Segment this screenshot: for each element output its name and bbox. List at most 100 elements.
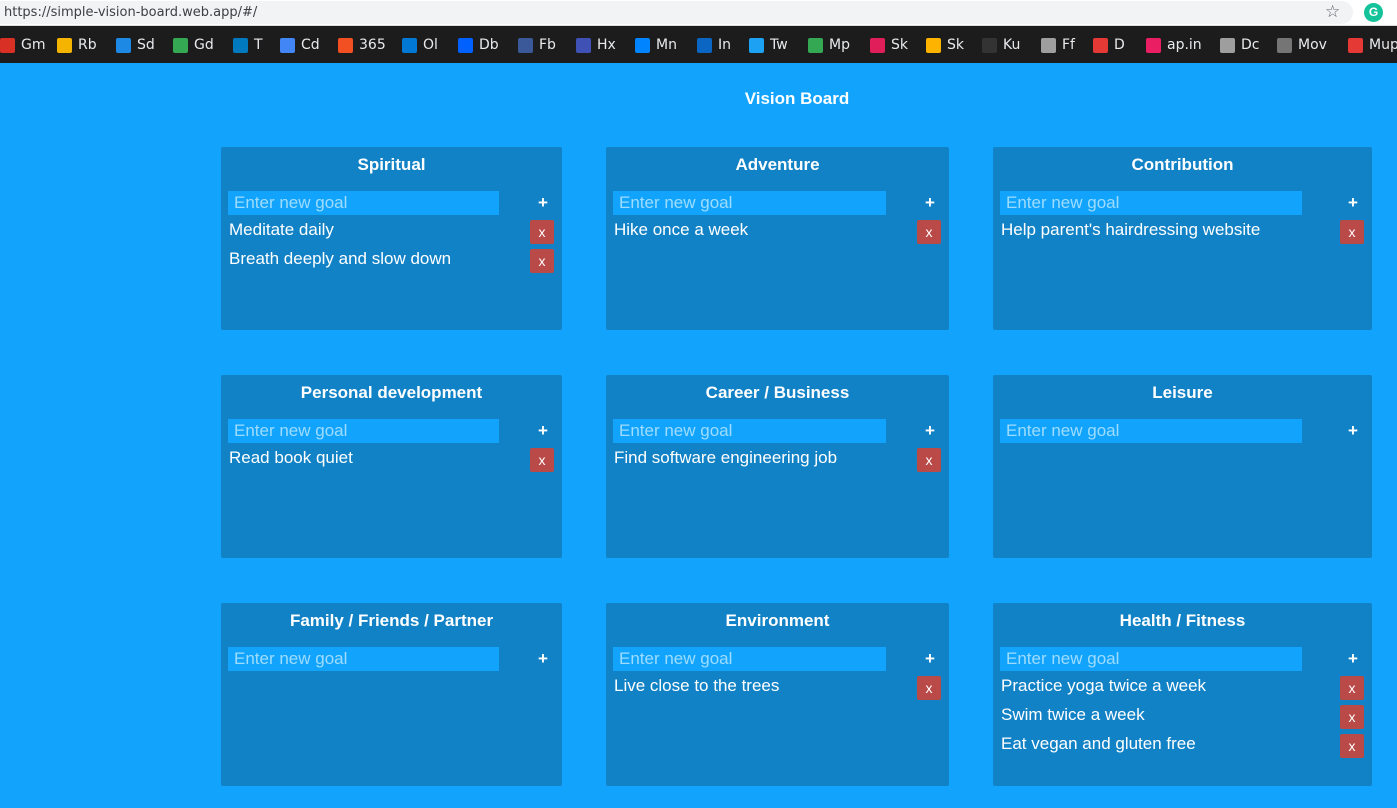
bookmark-ol[interactable]: Ol (402, 36, 438, 54)
trello-icon (233, 37, 248, 53)
card-health-fitness: Health / Fitness + Practice yoga twice a w… (993, 603, 1372, 786)
add-goal-button[interactable]: + (1343, 420, 1363, 442)
delete-goal-button[interactable]: x (530, 220, 554, 244)
bookmark-cd[interactable]: Cd (280, 36, 320, 54)
hx-icon (576, 37, 591, 53)
bookmark-rb[interactable]: Rb (57, 36, 97, 54)
bookmark-ap-in[interactable]: ap.in (1146, 36, 1202, 54)
bookmark-ff[interactable]: Ff (1041, 36, 1075, 54)
bookmark-sk[interactable]: Sk (926, 36, 964, 54)
bookmark-t[interactable]: T (233, 36, 263, 54)
bookmark-label: Mup (1369, 37, 1397, 53)
add-goal-button[interactable]: + (533, 192, 553, 214)
bookmark-label: Dc (1241, 37, 1260, 53)
delete-goal-button[interactable]: x (1340, 676, 1364, 700)
delete-goal-button[interactable]: x (1340, 705, 1364, 729)
delete-goal-button[interactable]: x (917, 220, 941, 244)
delete-goal-button[interactable]: x (1340, 220, 1364, 244)
bookmark-label: In (718, 37, 732, 53)
delete-goal-button[interactable]: x (917, 448, 941, 472)
delete-goal-button[interactable]: x (530, 249, 554, 273)
bookmark-mn[interactable]: Mn (635, 36, 677, 54)
bookmark-fb[interactable]: Fb (518, 36, 556, 54)
card-family-friends-partner: Family / Friends / Partner + (221, 603, 562, 786)
bookmark-in[interactable]: In (697, 36, 731, 54)
bookmark-gm[interactable]: Gm (0, 36, 46, 54)
bookmark-label: Cd (301, 37, 320, 53)
goal-item: Breath deeply and slow down x (229, 247, 562, 273)
bookmark-gd[interactable]: Gd (173, 36, 214, 54)
delete-goal-button[interactable]: x (917, 676, 941, 700)
bookmark-label: Mov (1298, 37, 1327, 53)
grammarly-extension-icon[interactable]: G (1364, 3, 1383, 22)
bookmark-star-icon[interactable]: ☆ (1325, 2, 1340, 22)
d-icon (1093, 37, 1108, 53)
app-icon (1146, 37, 1161, 53)
card-spiritual: Spiritual+Meditate dailyxBreath deeply a… (221, 147, 562, 330)
github-icon (982, 37, 997, 53)
folder-icon (1220, 37, 1235, 53)
url-text[interactable]: https://simple-vision-board.web.app/#/ (4, 5, 257, 20)
bookmark-mp[interactable]: Mp (808, 36, 850, 54)
bookmark-dc[interactable]: Dc (1220, 36, 1259, 54)
calendar-icon (280, 37, 295, 53)
google-drive-icon (173, 37, 188, 53)
url-field[interactable]: https://simple-vision-board.web.app/#/ (0, 1, 1353, 24)
bookmark-mup[interactable]: Mup (1348, 36, 1397, 54)
gmail-icon (0, 37, 15, 53)
microsoft-icon (338, 37, 353, 53)
bookmarks-bar: Gm Rb Sd Gd T Cd 365 Ol Db Fb Hx Mn In Tw Mp Sk Sk Ku Ff Da… (0, 26, 1397, 63)
card-title: Leisure (1152, 383, 1213, 402)
new-goal-input[interactable] (228, 647, 499, 671)
delete-goal-button[interactable]: x (530, 448, 554, 472)
card-leisure: Leisure + (993, 375, 1372, 558)
new-goal-input[interactable] (613, 191, 886, 215)
bookmark-365[interactable]: 365 (338, 36, 386, 54)
add-goal-button[interactable]: + (533, 420, 553, 442)
new-goal-input[interactable] (613, 647, 886, 671)
bookmark-label: Sk (891, 37, 908, 53)
rb-icon (57, 37, 72, 53)
bookmark-sd[interactable]: Sd (116, 36, 155, 54)
add-goal-button[interactable]: + (533, 648, 553, 670)
add-goal-button[interactable]: + (920, 648, 940, 670)
new-goal-input[interactable] (1000, 419, 1302, 443)
bookmark-label: Gd (194, 37, 214, 53)
bookmark-label: Rb (78, 37, 97, 53)
browser-address-bar: https://simple-vision-board.web.app/#/ ☆… (0, 0, 1397, 26)
twitter-icon (749, 37, 764, 53)
goal-text: Breath deeply and slow down (229, 249, 452, 268)
new-goal-input[interactable] (228, 419, 499, 443)
globe-icon (1277, 37, 1292, 53)
add-goal-button[interactable]: + (1343, 648, 1363, 670)
bookmark-hx[interactable]: Hx (576, 36, 616, 54)
bookmark-label: Mp (829, 37, 850, 53)
delete-goal-button[interactable]: x (1340, 734, 1364, 758)
new-goal-input[interactable] (1000, 647, 1302, 671)
new-goal-input[interactable] (228, 191, 499, 215)
card-title: Career / Business (705, 383, 850, 402)
dropbox-icon (458, 37, 473, 53)
add-goal-button[interactable]: + (920, 420, 940, 442)
goal-text: Eat vegan and gluten free (1001, 734, 1196, 753)
bookmark-tw[interactable]: Tw (749, 36, 788, 54)
facebook-icon (518, 37, 533, 53)
goal-text: Swim twice a week (1001, 705, 1145, 724)
new-goal-input[interactable] (1000, 191, 1302, 215)
bookmark-mov[interactable]: Mov (1277, 36, 1327, 54)
add-goal-button[interactable]: + (920, 192, 940, 214)
sketch-icon (926, 37, 941, 53)
bookmark-sk[interactable]: Sk (870, 36, 908, 54)
add-goal-button[interactable]: + (1343, 192, 1363, 214)
goal-item: Swim twice a week x (1001, 703, 1372, 729)
bookmark-label: Db (479, 37, 499, 53)
bookmark-label: T (254, 37, 263, 53)
folder-icon (1041, 37, 1056, 53)
bookmark-ku[interactable]: Ku (982, 36, 1020, 54)
page-title: Vision Board (744, 89, 850, 108)
new-goal-input[interactable] (613, 419, 886, 443)
bookmark-d[interactable]: D (1093, 36, 1125, 54)
card-contribution: Contribution + Help parent's hairdressing … (993, 147, 1372, 330)
bookmark-db[interactable]: Db (458, 36, 499, 54)
goal-item: Read book quiet x (229, 446, 562, 472)
